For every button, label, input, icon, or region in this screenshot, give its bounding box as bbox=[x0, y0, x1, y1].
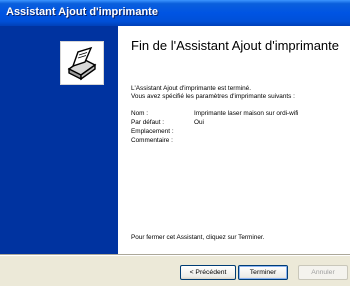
field-value-default: Oui bbox=[194, 119, 204, 126]
field-label-name: Nom : bbox=[131, 110, 149, 117]
title-bar[interactable]: Assistant Ajout d'imprimante bbox=[0, 0, 350, 26]
wizard-sidebar bbox=[0, 26, 118, 254]
back-button[interactable]: < Précédent bbox=[180, 265, 236, 280]
field-label-location: Emplacement : bbox=[131, 128, 174, 135]
field-label-default: Par défaut : bbox=[131, 119, 165, 126]
intro-text-line2: Vous avez spécifié les paramètres d'impr… bbox=[131, 93, 295, 100]
printer-icon bbox=[60, 41, 104, 85]
cancel-button[interactable]: Annuler bbox=[298, 265, 348, 280]
field-label-comment: Commentaire : bbox=[131, 137, 173, 144]
window-title: Assistant Ajout d'imprimante bbox=[6, 6, 158, 18]
wizard-content: Fin de l'Assistant Ajout d'imprimante L'… bbox=[118, 26, 350, 254]
wizard-window: Assistant Ajout d'imprimante Fin de l'As… bbox=[0, 0, 350, 286]
closing-text: Pour fermer cet Assistant, cliquez sur T… bbox=[131, 234, 265, 241]
footer-divider-highlight bbox=[0, 255, 350, 256]
intro-text-line1: L'Assistant Ajout d'imprimante est termi… bbox=[131, 85, 252, 92]
finish-button[interactable]: Terminer bbox=[238, 265, 288, 280]
field-value-name: Imprimante laser maison sur ordi-wifi bbox=[194, 110, 299, 117]
page-title: Fin de l'Assistant Ajout d'imprimante bbox=[131, 38, 339, 53]
